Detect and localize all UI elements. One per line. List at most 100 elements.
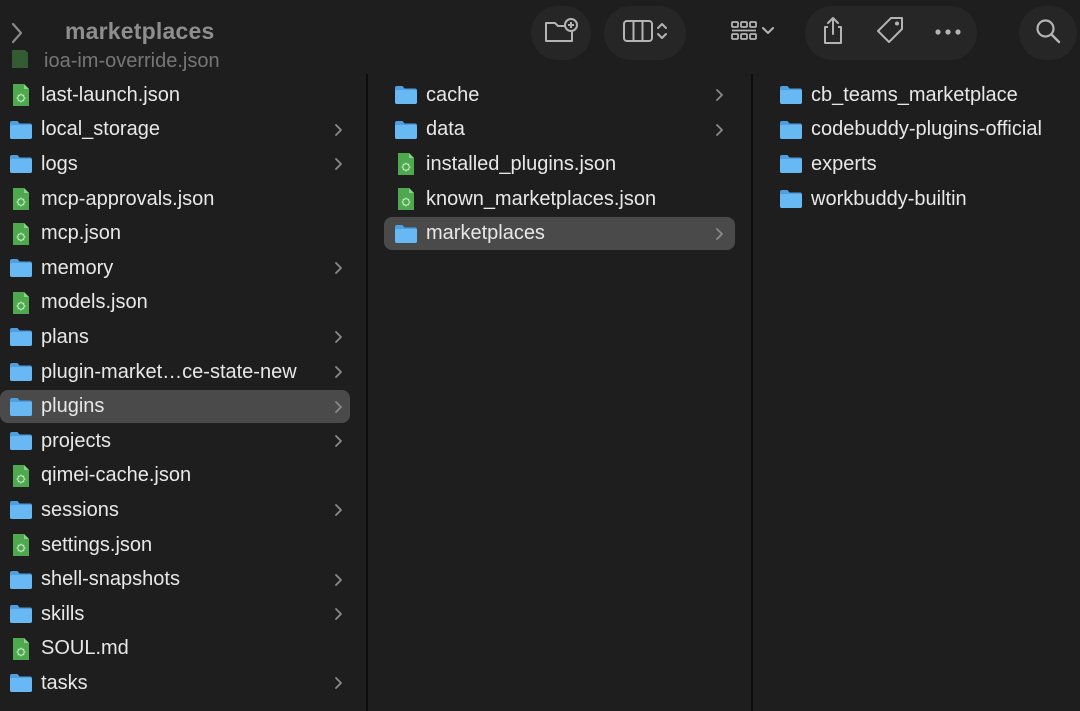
view-mode-button[interactable] xyxy=(604,6,686,60)
item-label: models.json xyxy=(41,291,148,314)
file-row[interactable]: mcp-approvals.json xyxy=(0,182,366,217)
folder-row[interactable]: marketplaces xyxy=(369,216,751,251)
tag-icon xyxy=(874,15,906,52)
folder-row[interactable]: projects xyxy=(0,424,366,459)
json-file-icon xyxy=(8,291,34,314)
folder-icon xyxy=(8,569,34,591)
item-label: installed_plugins.json xyxy=(426,152,617,175)
json-file-icon xyxy=(8,188,34,211)
more-button[interactable] xyxy=(933,6,963,60)
folder-row[interactable]: shell-snapshots xyxy=(0,562,366,597)
chevron-right-icon xyxy=(715,113,725,148)
file-row[interactable]: SOUL.md xyxy=(0,632,366,667)
json-file-icon xyxy=(8,222,34,245)
back-chevron-icon[interactable] xyxy=(6,20,28,46)
column-1[interactable]: last-launch.json local_storagelogs mcp-app… xyxy=(0,66,366,711)
chevron-right-icon xyxy=(715,216,725,251)
json-file-icon xyxy=(8,84,34,107)
window-title: marketplaces xyxy=(65,18,215,44)
file-row[interactable]: models.json xyxy=(0,286,366,321)
folder-row[interactable]: plans xyxy=(0,320,366,355)
folder-icon xyxy=(8,672,34,694)
chevron-right-icon xyxy=(334,666,344,701)
json-file-icon xyxy=(8,534,34,557)
folder-icon xyxy=(8,499,34,521)
tag-button[interactable] xyxy=(874,6,906,60)
item-label: plans xyxy=(41,325,89,348)
item-label: skills xyxy=(41,602,85,625)
item-label: cache xyxy=(426,83,480,106)
item-label: codebuddy-plugins-official xyxy=(811,118,1042,141)
item-label: plugin-market…ce-state-new xyxy=(41,360,297,383)
share-button[interactable] xyxy=(819,6,847,60)
file-row[interactable]: settings.json xyxy=(0,528,366,563)
column-3[interactable]: cb_teams_marketplace codebuddy-plugins-of… xyxy=(754,66,1080,711)
item-label: logs xyxy=(41,152,78,175)
json-file-icon xyxy=(8,637,34,660)
column-view-icon xyxy=(622,18,656,49)
file-row[interactable]: mcp.json xyxy=(0,216,366,251)
item-label: known_marketplaces.json xyxy=(426,187,657,210)
item-label: qimei-cache.json xyxy=(41,464,192,487)
chevron-right-icon xyxy=(334,320,344,355)
folder-row[interactable]: memory xyxy=(0,251,366,286)
folder-icon xyxy=(8,603,34,625)
folder-row[interactable]: cache xyxy=(369,78,751,113)
file-row[interactable]: installed_plugins.json xyxy=(369,147,751,182)
folder-row[interactable]: local_storage xyxy=(0,113,366,148)
folder-row[interactable]: skills xyxy=(0,597,366,632)
item-label: workbuddy-builtin xyxy=(811,187,967,210)
folder-row[interactable]: experts xyxy=(754,147,1080,182)
search-button[interactable] xyxy=(1019,6,1077,60)
folder-row[interactable]: logs xyxy=(0,147,366,182)
actions-group xyxy=(805,6,977,60)
share-icon xyxy=(819,15,847,52)
json-file-icon xyxy=(393,153,419,176)
folder-row[interactable]: tasks xyxy=(0,666,366,701)
file-list: cb_teams_marketplace codebuddy-plugins-of… xyxy=(754,78,1080,216)
item-label: mcp.json xyxy=(41,222,122,245)
folder-icon xyxy=(778,188,804,210)
item-label: sessions xyxy=(41,498,119,521)
group-icon xyxy=(729,18,761,49)
file-list: cache data installed_plugins.json known_mar… xyxy=(369,78,751,251)
item-label: cb_teams_marketplace xyxy=(811,83,1018,106)
item-label: SOUL.md xyxy=(41,637,129,660)
chevron-right-icon xyxy=(334,147,344,182)
new-folder-button[interactable] xyxy=(531,6,591,60)
column-divider[interactable] xyxy=(366,74,368,711)
item-label: mcp-approvals.json xyxy=(41,187,215,210)
file-list: last-launch.json local_storagelogs mcp-app… xyxy=(0,78,366,701)
folder-icon xyxy=(778,84,804,106)
folder-row[interactable]: sessions xyxy=(0,493,366,528)
file-row[interactable]: last-launch.json xyxy=(0,78,366,113)
folder-row[interactable]: plugin-market…ce-state-new xyxy=(0,355,366,390)
item-label: marketplaces xyxy=(426,222,545,245)
new-folder-icon xyxy=(543,17,579,50)
chevron-right-icon xyxy=(334,251,344,286)
chevron-right-icon xyxy=(715,78,725,113)
folder-icon xyxy=(393,223,419,245)
folder-icon xyxy=(8,430,34,452)
folder-row[interactable]: workbuddy-builtin xyxy=(754,182,1080,217)
json-file-icon xyxy=(8,464,34,487)
file-row[interactable]: known_marketplaces.json xyxy=(369,182,751,217)
file-row[interactable]: qimei-cache.json xyxy=(0,459,366,494)
column-divider[interactable] xyxy=(751,74,753,711)
item-label: local_storage xyxy=(41,118,160,141)
item-label: experts xyxy=(811,152,877,175)
folder-icon xyxy=(8,361,34,383)
folder-row[interactable]: data xyxy=(369,113,751,148)
folder-icon xyxy=(8,326,34,348)
folder-row[interactable]: codebuddy-plugins-official xyxy=(754,113,1080,148)
group-button[interactable] xyxy=(724,6,780,60)
chevron-right-icon xyxy=(334,562,344,597)
chevron-right-icon xyxy=(334,113,344,148)
column-2[interactable]: cache data installed_plugins.json known_mar… xyxy=(369,66,751,711)
item-label: shell-snapshots xyxy=(41,568,180,591)
chevron-right-icon xyxy=(334,424,344,459)
folder-row[interactable]: plugins xyxy=(0,389,366,424)
folder-row[interactable]: cb_teams_marketplace xyxy=(754,78,1080,113)
chevron-right-icon xyxy=(334,493,344,528)
item-label: last-launch.json xyxy=(41,83,180,106)
